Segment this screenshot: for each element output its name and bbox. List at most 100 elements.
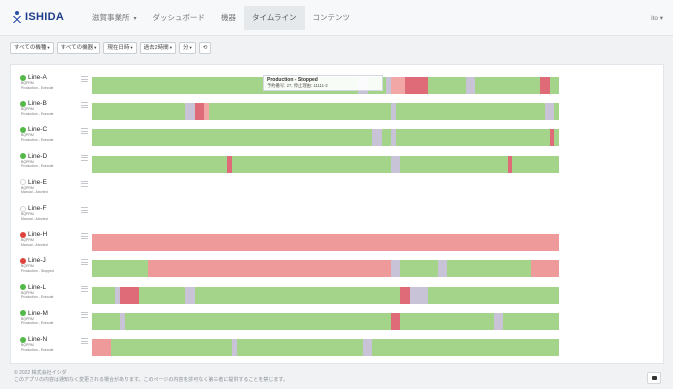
timeline-track[interactable] (92, 286, 559, 304)
timeline-segment[interactable] (194, 103, 205, 121)
row-menu-icon[interactable] (81, 102, 88, 109)
timeline-segment[interactable] (138, 286, 186, 304)
timeline-row[interactable]: Line-H BQPRM Manual - Aborted (11, 227, 665, 256)
row-menu-icon[interactable] (81, 76, 88, 82)
timeline-segment[interactable] (474, 77, 541, 94)
timeline-segment[interactable] (400, 155, 508, 173)
timeline-segment[interactable] (92, 155, 228, 173)
timeline-track[interactable] (92, 260, 559, 278)
line-name[interactable]: Line-B (20, 100, 90, 107)
timeline-segment[interactable] (110, 339, 233, 356)
timeline-segment[interactable] (428, 286, 559, 304)
timeline-track[interactable] (92, 234, 559, 252)
timeline-segment[interactable] (395, 103, 545, 121)
row-menu-icon[interactable] (81, 285, 88, 292)
timeline-row[interactable]: Line-L BQPRM Production - Execute (11, 280, 665, 309)
row-menu-icon[interactable] (81, 180, 88, 187)
timeline-segment[interactable] (512, 155, 559, 173)
row-menu-icon[interactable] (81, 338, 88, 344)
timeline-segment[interactable] (92, 234, 559, 252)
timeline-segment[interactable] (390, 312, 401, 330)
nav-item-timeline[interactable]: タイムライン (244, 6, 305, 30)
timeline-segment[interactable] (92, 129, 373, 147)
nav-item-devices[interactable]: 機器 (213, 6, 244, 30)
timeline-row[interactable]: Line-E BQPRM Manual - Aborted (11, 175, 665, 204)
timeline-segment[interactable] (232, 155, 391, 173)
timeline-segment[interactable] (404, 77, 429, 94)
timeline-segment[interactable] (372, 339, 559, 356)
timeline-segment[interactable] (493, 312, 503, 330)
timeline-segment[interactable] (400, 312, 494, 330)
timeline-segment[interactable] (446, 260, 531, 278)
timeline-row[interactable]: Line-J BQPRM Production - Stopped (11, 253, 665, 282)
timeline-segment[interactable] (236, 339, 363, 356)
row-menu-icon[interactable] (81, 154, 88, 161)
timeline-segment[interactable] (92, 339, 111, 356)
line-name[interactable]: Line-F (20, 205, 90, 212)
timeline-row[interactable]: Line-F BQPRM Manual - Aborted (11, 201, 665, 230)
timeline-segment[interactable] (381, 129, 391, 147)
timeline-segment[interactable] (554, 129, 559, 147)
line-name[interactable]: Line-C (20, 126, 90, 133)
timeline-track[interactable] (92, 182, 559, 199)
timeline-segment[interactable] (540, 77, 550, 94)
timeline-row[interactable]: Line-B BQPRM Production - Execute (11, 96, 665, 125)
timeline-track[interactable] (92, 155, 559, 173)
timeline-track[interactable] (92, 208, 559, 225)
timeline-segment[interactable] (92, 312, 121, 330)
timeline-segment[interactable] (185, 286, 195, 304)
timeline-segment[interactable] (390, 155, 401, 173)
timeline-segment[interactable] (208, 103, 391, 121)
line-name[interactable]: Line-H (20, 231, 90, 238)
row-menu-icon[interactable] (81, 128, 88, 135)
line-name[interactable]: Line-D (20, 153, 90, 160)
nav-item-dashboard[interactable]: ダッシュボード (145, 6, 214, 30)
timeline-track[interactable] (92, 103, 559, 121)
chat-icon[interactable] (647, 372, 661, 384)
timeline-segment[interactable] (437, 260, 447, 278)
timeline-segment[interactable] (502, 312, 559, 330)
timeline-segment[interactable] (544, 103, 555, 121)
row-menu-icon[interactable] (81, 311, 88, 318)
timeline-segment[interactable] (362, 339, 373, 356)
line-name[interactable]: Line-A (20, 74, 90, 81)
timeline-segment[interactable] (92, 260, 149, 278)
timeline-row[interactable]: Line-M BQPRM Production - Execute (11, 306, 665, 335)
timeline-row[interactable]: Line-N BQPRM Production - Execute (11, 332, 665, 361)
timeline-segment[interactable] (465, 77, 475, 94)
row-menu-icon[interactable] (81, 233, 88, 240)
line-name[interactable]: Line-E (20, 179, 90, 186)
line-name[interactable]: Line-N (20, 336, 90, 343)
row-menu-icon[interactable] (81, 207, 88, 213)
timeline-segment[interactable] (194, 286, 401, 304)
device-filter-dropdown[interactable]: すべての機器▾ (56, 42, 101, 54)
timeline-segment[interactable] (400, 286, 410, 304)
timeline-segment[interactable] (390, 77, 405, 94)
nav-item-site[interactable]: 滋賀事業所 ▾ (84, 6, 145, 30)
timeline-row[interactable]: Line-C BQPRM Production - Execute (11, 122, 665, 151)
timeline-segment[interactable] (409, 286, 429, 304)
timeline-segment[interactable] (120, 286, 139, 304)
datetime-filter-dropdown[interactable]: 現在日時▾ (103, 42, 137, 54)
timeline-segment[interactable] (124, 312, 391, 330)
timeline-segment[interactable] (92, 286, 116, 304)
line-name[interactable]: Line-J (20, 257, 90, 264)
user-menu[interactable]: ito ▾ (651, 14, 663, 22)
timeline-segment[interactable] (395, 129, 550, 147)
timeline-segment[interactable] (400, 260, 438, 278)
timeline-segment[interactable] (148, 260, 391, 278)
timeline-segment[interactable] (530, 260, 559, 278)
refresh-icon[interactable]: ⟲ (198, 42, 211, 54)
timeline-track[interactable] (92, 339, 559, 356)
timeline-track[interactable] (92, 129, 559, 147)
timeline-segment[interactable] (390, 260, 401, 278)
timeline-segment[interactable] (185, 103, 195, 121)
nav-item-contents[interactable]: コンテンツ (305, 6, 359, 30)
line-name[interactable]: Line-L (20, 284, 90, 291)
brand-logo[interactable]: ISHIDA (12, 11, 64, 23)
range-filter-dropdown[interactable]: 過去2時間▾ (139, 42, 176, 54)
unit-filter-dropdown[interactable]: 分▾ (178, 42, 196, 54)
row-menu-icon[interactable] (81, 259, 88, 266)
timeline-segment[interactable] (549, 77, 559, 94)
line-name[interactable]: Line-M (20, 310, 90, 317)
